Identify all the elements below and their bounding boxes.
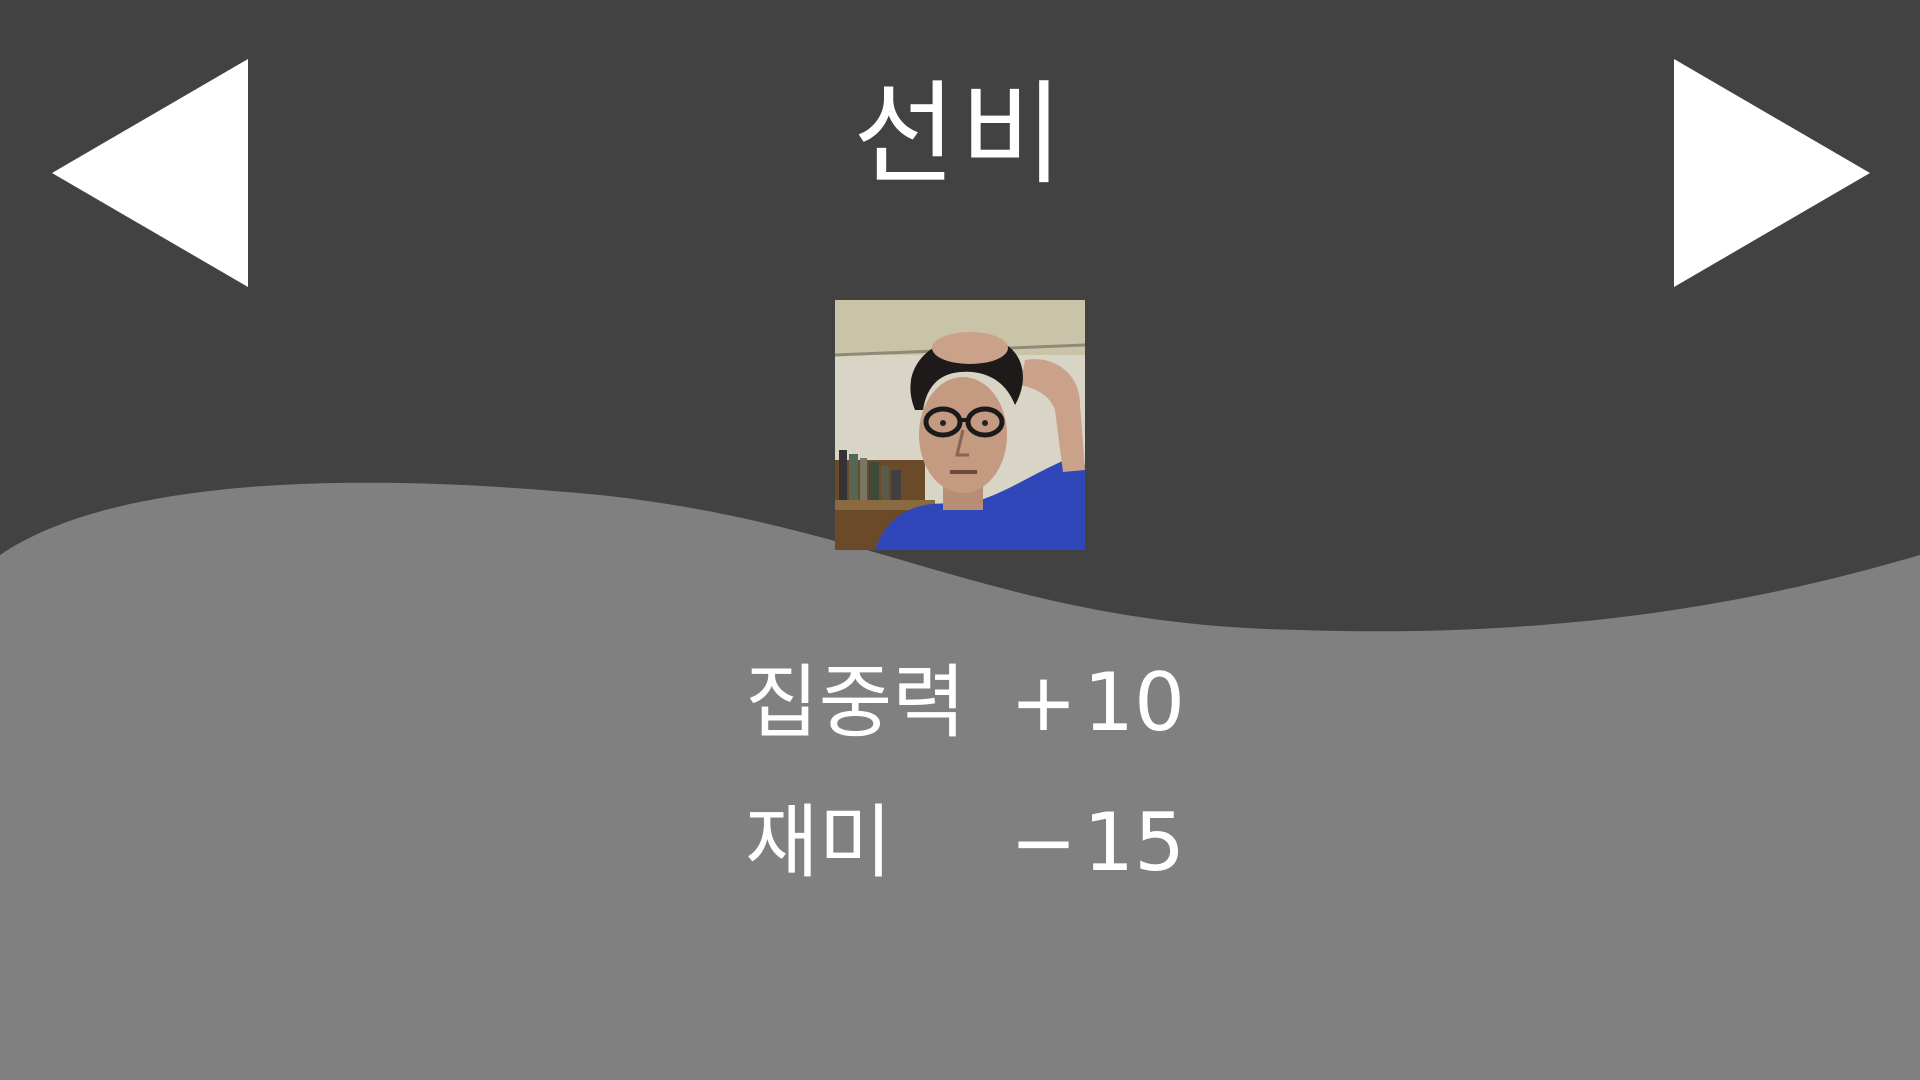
portrait-book: [891, 470, 901, 500]
stat-row-focus: 집중력 + 10: [745, 658, 1185, 748]
next-character-button[interactable]: [1672, 57, 1872, 289]
triangle-right-icon: [1674, 59, 1870, 287]
portrait-book: [869, 462, 879, 500]
stat-name: 집중력: [745, 656, 966, 749]
character-select-screen: 선비 집중력 + 10 재미 − 15: [0, 0, 1920, 1080]
stat-row-fun: 재미 − 15: [745, 798, 1185, 888]
stat-value: 15: [1083, 796, 1185, 889]
portrait-book: [839, 450, 847, 500]
stat-sign: −: [1010, 796, 1078, 889]
portrait-book: [860, 458, 867, 500]
portrait-hand: [932, 332, 1008, 364]
character-name: 선비: [852, 70, 1068, 200]
stat-value: 10: [1083, 656, 1185, 749]
stat-sign: +: [1010, 656, 1078, 749]
portrait-eye: [940, 420, 946, 426]
stat-name: 재미: [745, 796, 893, 889]
character-portrait: [835, 300, 1085, 550]
portrait-book: [881, 466, 889, 500]
portrait-book: [849, 454, 858, 500]
portrait-eye: [982, 420, 988, 426]
